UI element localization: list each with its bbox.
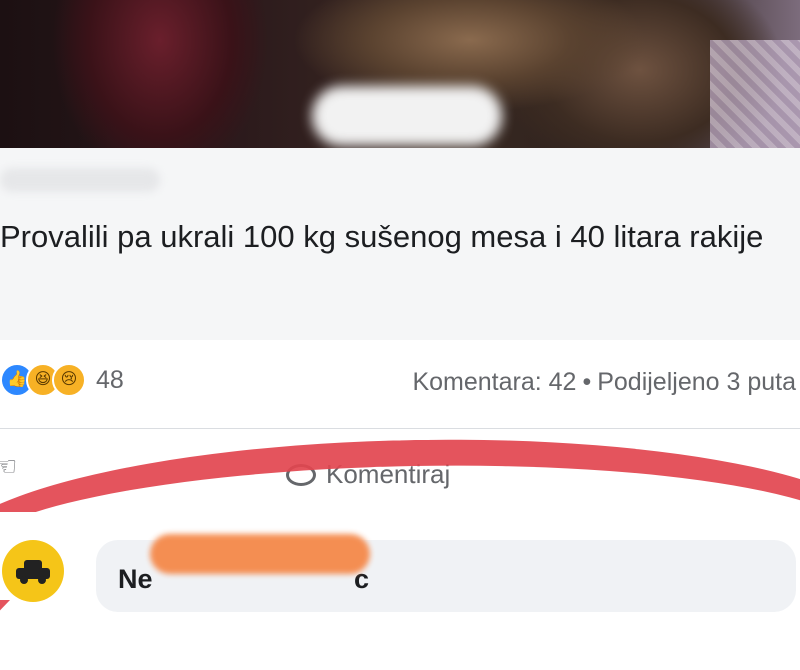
post-stats: 👍 😆 😢 48 Komentara: 42 • Podijeljeno 3 put… bbox=[0, 340, 800, 428]
comment-button[interactable]: Komentiraj bbox=[286, 459, 450, 490]
reactions-summary[interactable]: 👍 😆 😢 48 bbox=[0, 363, 124, 397]
name-censor-smudge bbox=[150, 534, 370, 574]
commenter-name-start[interactable]: Ne bbox=[118, 564, 153, 595]
sad-icon: 😢 bbox=[52, 363, 86, 397]
shares-count-link[interactable]: Podijeljeno 3 puta bbox=[597, 368, 796, 396]
comment-area: Ne c bbox=[0, 512, 800, 612]
taxi-icon bbox=[16, 560, 50, 584]
post-photo[interactable] bbox=[0, 0, 800, 148]
author-name-censored bbox=[0, 168, 160, 192]
avatar[interactable] bbox=[2, 540, 64, 602]
like-button[interactable]: ☜ bbox=[0, 451, 17, 482]
photo-cloth bbox=[710, 40, 800, 148]
comment-icon bbox=[286, 463, 316, 486]
stats-separator: • bbox=[582, 368, 592, 396]
like-outline-icon: ☜ bbox=[0, 451, 18, 481]
comments-count-link[interactable]: Komentara: 42 bbox=[412, 368, 576, 396]
stats-right: Komentara: 42 • Podijeljeno 3 puta bbox=[412, 368, 796, 397]
photo-censor-blur bbox=[312, 86, 502, 146]
post-title[interactable]: Provalili pa ukrali 100 kg sušenog mesa … bbox=[0, 214, 795, 259]
reaction-count: 48 bbox=[96, 365, 124, 394]
post-body: Provalili pa ukrali 100 kg sušenog mesa … bbox=[0, 148, 800, 340]
comment-button-label: Komentiraj bbox=[326, 459, 451, 489]
action-bar: ☜ Komentiraj bbox=[0, 428, 800, 513]
